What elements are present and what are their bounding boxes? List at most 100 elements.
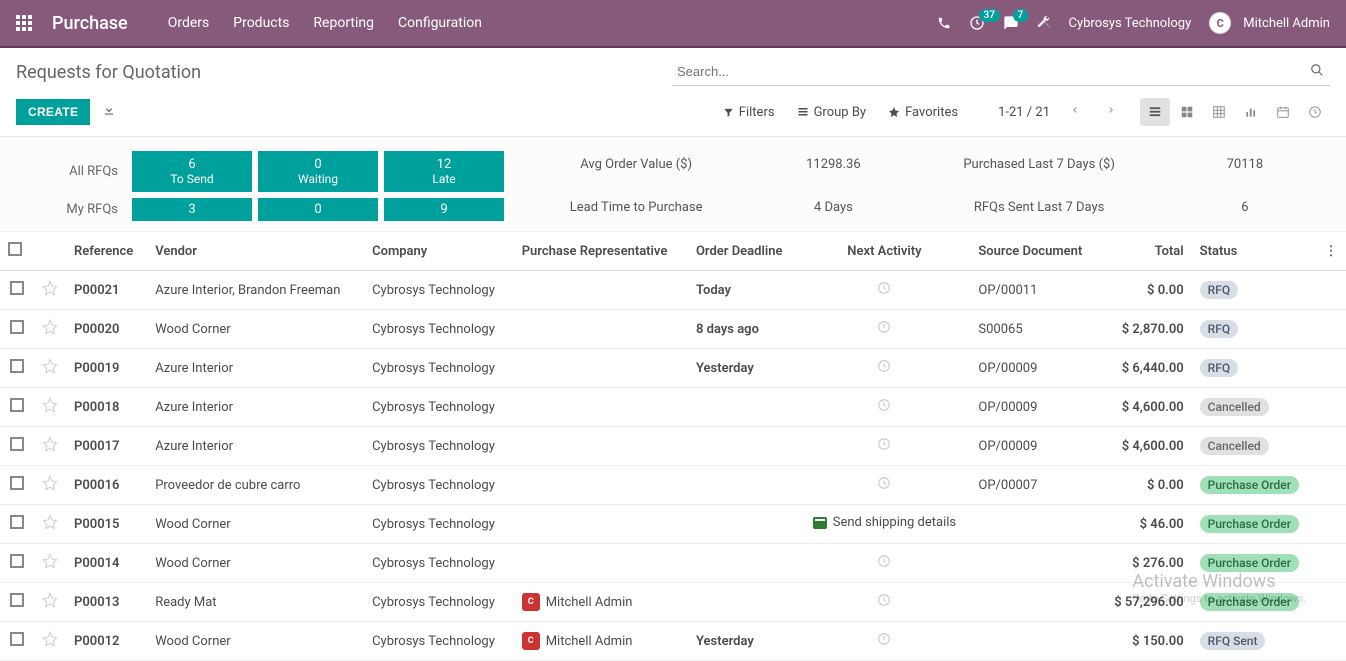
cell-status: RFQ Sent (1192, 622, 1316, 661)
company-switcher[interactable]: Cybrosys Technology (1069, 16, 1192, 31)
tile-my-waiting[interactable]: 0 (258, 198, 378, 221)
pager-text[interactable]: 1-21 / 21 (998, 105, 1050, 120)
clock-icon[interactable] (877, 284, 891, 299)
col-rep[interactable]: Purchase Representative (514, 232, 688, 271)
cell-reference: P00020 (66, 310, 147, 349)
clock-icon[interactable] (877, 635, 891, 650)
search-input[interactable] (673, 58, 1304, 85)
cell-source: OP/00007 (970, 466, 1099, 505)
row-checkbox[interactable] (10, 515, 24, 529)
clock-icon[interactable] (877, 362, 891, 377)
star-icon[interactable] (42, 558, 58, 573)
menu-orders[interactable]: Orders (168, 15, 210, 31)
table-row[interactable]: P00015Wood CornerCybrosys TechnologySend… (0, 505, 1346, 544)
col-status[interactable]: Status (1192, 232, 1316, 271)
tile-my-late[interactable]: 9 (384, 198, 504, 221)
col-deadline[interactable]: Order Deadline (688, 232, 799, 271)
clock-icon[interactable] (877, 596, 891, 611)
cell-rep (514, 388, 688, 427)
brand[interactable]: Purchase (52, 13, 128, 34)
search-bar[interactable] (673, 58, 1330, 86)
star-icon[interactable] (42, 363, 58, 378)
menu-reporting[interactable]: Reporting (313, 15, 374, 31)
user-menu[interactable]: C Mitchell Admin (1209, 12, 1330, 34)
favorites-button[interactable]: Favorites (888, 105, 958, 120)
view-pivot-icon[interactable] (1204, 98, 1234, 126)
table-row[interactable]: P00017Azure InteriorCybrosys TechnologyO… (0, 427, 1346, 466)
row-checkbox[interactable] (10, 476, 24, 490)
clock-icon[interactable] (877, 323, 891, 338)
clock-icon[interactable] (877, 401, 891, 416)
tile-late[interactable]: 12 Late (384, 151, 504, 192)
select-all-checkbox[interactable] (8, 242, 22, 256)
row-checkbox[interactable] (10, 632, 24, 646)
all-rfqs-label[interactable]: All RFQs (16, 164, 126, 179)
table-row[interactable]: P00014Wood CornerCybrosys Technology$ 27… (0, 544, 1346, 583)
phone-icon[interactable] (937, 16, 951, 30)
row-checkbox[interactable] (10, 554, 24, 568)
col-activity[interactable]: Next Activity (799, 232, 971, 271)
apps-icon[interactable] (16, 15, 32, 31)
purchased-label: Purchased Last 7 Days ($) (928, 157, 1149, 172)
row-checkbox[interactable] (10, 320, 24, 334)
row-checkbox[interactable] (10, 281, 24, 295)
clock-icon[interactable] (877, 440, 891, 455)
table-row[interactable]: P00012Wood CornerCybrosys TechnologyCMit… (0, 622, 1346, 661)
menu-configuration[interactable]: Configuration (398, 15, 482, 31)
view-activity-icon[interactable] (1300, 98, 1330, 126)
view-list-icon[interactable] (1140, 98, 1170, 126)
groupby-button[interactable]: Group By (797, 105, 867, 120)
table-row[interactable]: P00018Azure InteriorCybrosys TechnologyO… (0, 388, 1346, 427)
clock-icon[interactable] (877, 557, 891, 572)
tile-to-send[interactable]: 6 To Send (132, 151, 252, 192)
view-graph-icon[interactable] (1236, 98, 1266, 126)
tools-icon[interactable] (1037, 16, 1051, 30)
table-row[interactable]: P00021Azure Interior, Brandon FreemanCyb… (0, 271, 1346, 310)
cell-reference: P00021 (66, 271, 147, 310)
col-source[interactable]: Source Document (970, 232, 1099, 271)
col-reference[interactable]: Reference (66, 232, 147, 271)
star-icon[interactable] (42, 324, 58, 339)
search-icon[interactable] (1304, 63, 1330, 81)
tile-my-to-send[interactable]: 3 (132, 198, 252, 221)
filters-button[interactable]: Filters (723, 105, 775, 120)
star-icon[interactable] (42, 402, 58, 417)
row-checkbox[interactable] (10, 398, 24, 412)
table-row[interactable]: P00016Proveedor de cubre carroCybrosys T… (0, 466, 1346, 505)
star-icon[interactable] (42, 480, 58, 495)
row-checkbox[interactable] (10, 359, 24, 373)
activities-icon[interactable]: 37 (969, 15, 985, 31)
view-calendar-icon[interactable] (1268, 98, 1298, 126)
star-icon[interactable] (42, 597, 58, 612)
column-options-icon[interactable]: ⋮ (1325, 244, 1338, 259)
cell-activity (799, 349, 971, 388)
cell-deadline: Yesterday (688, 349, 799, 388)
tile-waiting[interactable]: 0 Waiting (258, 151, 378, 192)
messages-icon[interactable]: 7 (1003, 15, 1019, 31)
pager-next-icon[interactable] (1100, 100, 1122, 124)
table-row[interactable]: P00020Wood CornerCybrosys Technology8 da… (0, 310, 1346, 349)
subheader: Requests for Quotation (0, 48, 1346, 92)
download-icon[interactable] (102, 103, 116, 121)
cell-source (970, 622, 1099, 661)
my-rfqs-label[interactable]: My RFQs (16, 202, 126, 217)
row-checkbox[interactable] (10, 593, 24, 607)
activities-badge: 37 (979, 9, 1000, 22)
activity-text[interactable]: Send shipping details (813, 515, 956, 530)
row-checkbox[interactable] (10, 437, 24, 451)
col-company[interactable]: Company (364, 232, 514, 271)
topbar-right: 37 7 Cybrosys Technology C Mitchell Admi… (937, 12, 1331, 34)
col-vendor[interactable]: Vendor (147, 232, 364, 271)
clock-icon[interactable] (877, 479, 891, 494)
star-icon[interactable] (42, 285, 58, 300)
view-kanban-icon[interactable] (1172, 98, 1202, 126)
star-icon[interactable] (42, 441, 58, 456)
menu-products[interactable]: Products (233, 15, 289, 31)
star-icon[interactable] (42, 519, 58, 534)
star-icon[interactable] (42, 636, 58, 651)
create-button[interactable]: CREATE (16, 99, 90, 125)
col-total[interactable]: Total (1100, 232, 1192, 271)
pager-prev-icon[interactable] (1064, 100, 1086, 124)
table-row[interactable]: P00013Ready MatCybrosys TechnologyCMitch… (0, 583, 1346, 622)
table-row[interactable]: P00019Azure InteriorCybrosys TechnologyY… (0, 349, 1346, 388)
